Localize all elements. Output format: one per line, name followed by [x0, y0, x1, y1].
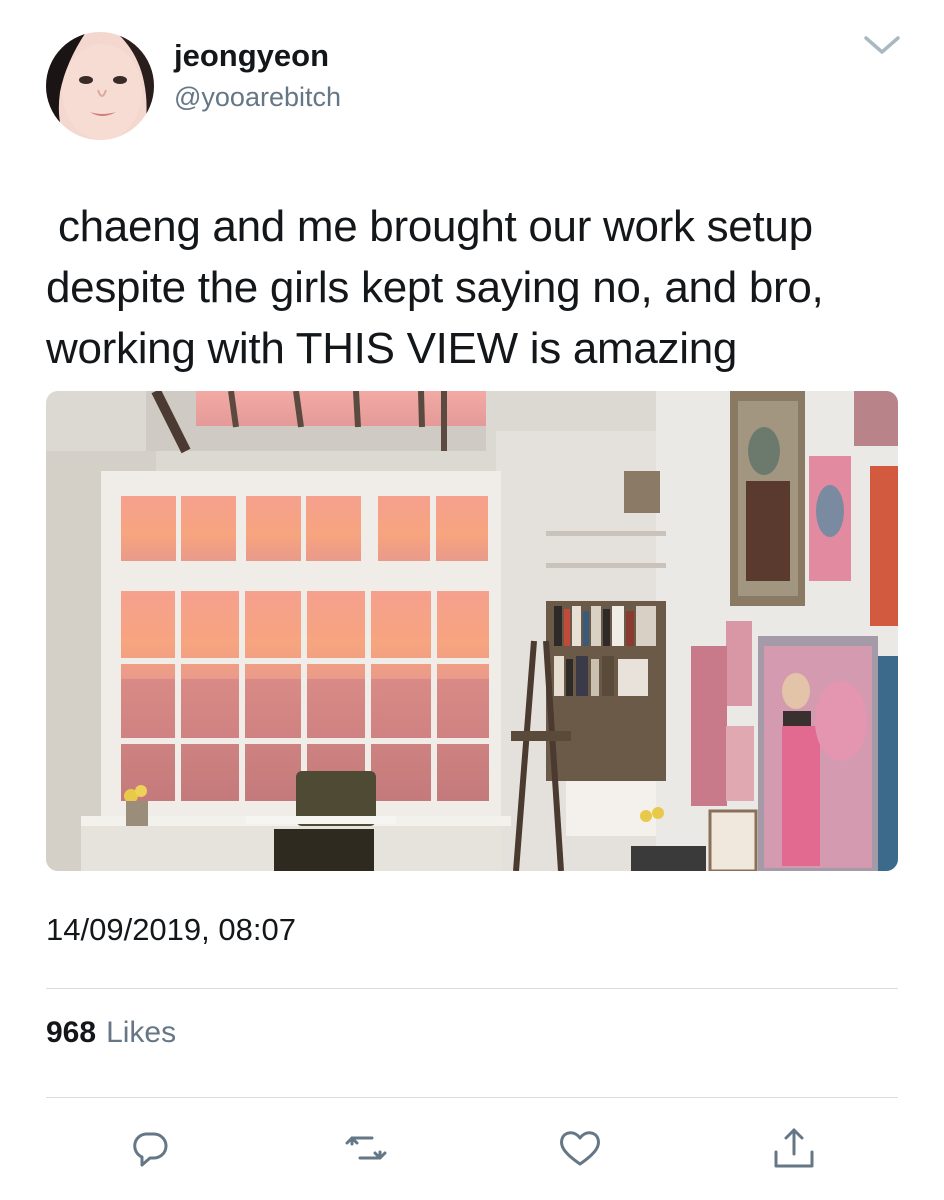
share-button[interactable]	[768, 1122, 820, 1174]
retweet-icon	[345, 1136, 387, 1160]
tweet-photo[interactable]	[46, 391, 898, 871]
user-handle[interactable]: @yooarebitch	[174, 82, 341, 113]
likes-label: Likes	[106, 1016, 177, 1049]
tweet-text: chaeng and me brought our work setup des…	[46, 202, 824, 373]
studio-photo	[46, 391, 898, 871]
divider	[46, 1097, 898, 1098]
heart-icon	[560, 1131, 600, 1166]
reply-icon	[133, 1132, 168, 1167]
tweet-timestamp: 14/09/2019, 08:07	[46, 912, 296, 947]
likes-count[interactable]: 968 Likes	[46, 1016, 176, 1050]
share-icon	[774, 1128, 814, 1168]
tweet-menu-button[interactable]	[862, 30, 902, 58]
divider	[46, 988, 898, 989]
avatar[interactable]	[46, 32, 154, 140]
avatar-image	[46, 32, 154, 140]
chevron-down-icon	[864, 36, 900, 54]
likes-number: 968	[46, 1016, 97, 1049]
display-name[interactable]: jeongyeon	[174, 38, 329, 74]
reply-button[interactable]	[124, 1122, 176, 1174]
like-button[interactable]	[554, 1122, 606, 1174]
retweet-button[interactable]	[340, 1122, 392, 1174]
